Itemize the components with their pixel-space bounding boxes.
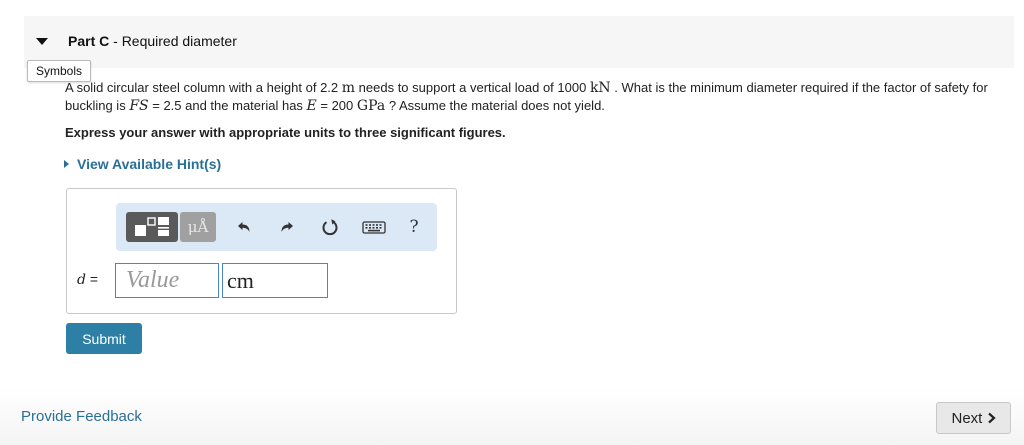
templates-button[interactable]: [126, 212, 178, 242]
answer-variable: d: [77, 272, 86, 288]
unit-m: m: [341, 80, 356, 96]
keyboard-button[interactable]: [360, 215, 388, 239]
part-label: Part C: [68, 33, 110, 49]
undo-button[interactable]: [232, 215, 256, 239]
help-button[interactable]: ?: [404, 215, 424, 239]
collapse-caret-icon[interactable]: [36, 38, 48, 45]
view-hints-link[interactable]: View Available Hint(s): [64, 156, 221, 172]
math-toolbar: μÅ ?: [116, 203, 437, 251]
part-title: Part C - Required diameter: [68, 33, 237, 49]
keyboard-icon: [362, 221, 386, 234]
unit-input[interactable]: [222, 263, 328, 298]
redo-icon: [281, 222, 293, 232]
undo-icon: [238, 222, 250, 232]
problem-text-1: A solid circular steel column with a hei…: [65, 80, 339, 95]
next-button[interactable]: Next: [936, 402, 1011, 434]
answer-instructions: Express your answer with appropriate uni…: [65, 125, 506, 140]
chevron-right-icon: [987, 412, 996, 423]
problem-text-4: = 2.5 and the material has: [148, 98, 307, 113]
next-label: Next: [951, 409, 983, 427]
value-input[interactable]: [115, 263, 219, 298]
part-header[interactable]: Part C - Required diameter: [24, 16, 1014, 68]
answer-variable-label: d =: [77, 271, 98, 288]
equals-sign: =: [85, 271, 99, 287]
units-button[interactable]: μÅ: [180, 212, 216, 242]
problem-statement: A solid circular steel column with a hei…: [65, 79, 1015, 115]
part-separator: -: [109, 33, 122, 49]
unit-kn: kN: [589, 80, 611, 96]
hint-link-label: View Available Hint(s): [77, 156, 222, 172]
reset-button[interactable]: [318, 215, 342, 239]
redo-button[interactable]: [275, 215, 299, 239]
symbol-fs: FS: [129, 98, 149, 114]
unit-gpa: GPa: [356, 98, 386, 114]
answer-box: μÅ ? d = Value cm: [66, 188, 457, 314]
footer-bar: [0, 388, 1024, 445]
problem-text-2: needs to support a vertical load of 1000: [355, 80, 587, 95]
symbol-e: E: [306, 98, 317, 114]
templates-icon: [135, 217, 169, 236]
reset-icon: [322, 219, 338, 236]
hint-caret-icon: [64, 160, 69, 168]
provide-feedback-link[interactable]: Provide Feedback: [21, 408, 142, 425]
problem-text-6: ? Assume the material does not yield.: [385, 98, 605, 113]
part-title-text: Required diameter: [121, 33, 237, 49]
problem-text-5: = 200: [316, 98, 354, 113]
submit-button[interactable]: Submit: [66, 323, 142, 354]
